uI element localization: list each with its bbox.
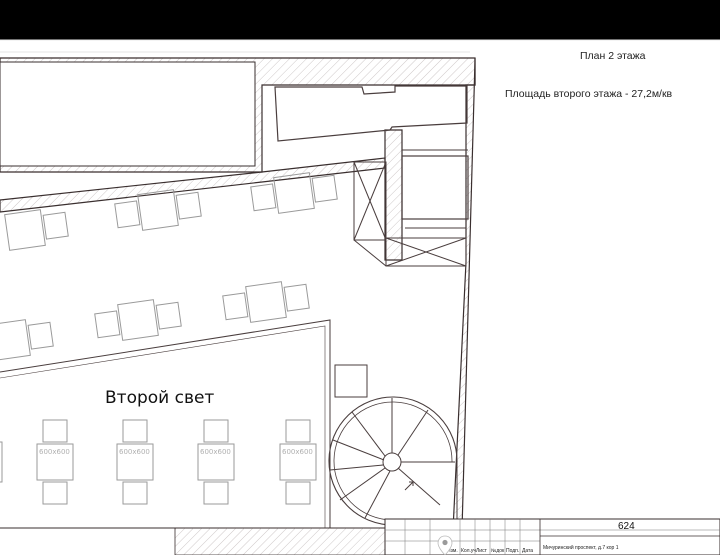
table-size-label: 600х600 — [119, 448, 150, 456]
sheet-number: 624 — [618, 521, 635, 532]
title-block: 624 Изм. Кол.уч Лист №док Подп. Дата Мич… — [384, 518, 720, 555]
stamp-col-6: Дата — [522, 548, 533, 554]
stamp-col-2: Кол.уч — [461, 548, 476, 554]
stamp-col-5: Подп. — [506, 548, 519, 554]
stamp-col-4: №док — [491, 548, 505, 554]
stamp-address: Мичуринский проспект, д.7 кор 1 — [543, 544, 619, 551]
table-size-label: 600х600 — [282, 448, 313, 456]
zone-label: Второй свет — [105, 388, 214, 408]
floor-plan-drawing: План 2 этажа Площадь второго этажа - 27,… — [0, 39, 720, 555]
table-size-label: 600х600 — [39, 448, 70, 456]
stamp-col-3: Лист — [476, 548, 488, 554]
area-note: Площадь второго этажа - 27,2м/кв — [505, 88, 673, 100]
plan-title: План 2 этажа — [580, 50, 646, 62]
table-size-label: 600х600 — [200, 448, 231, 456]
